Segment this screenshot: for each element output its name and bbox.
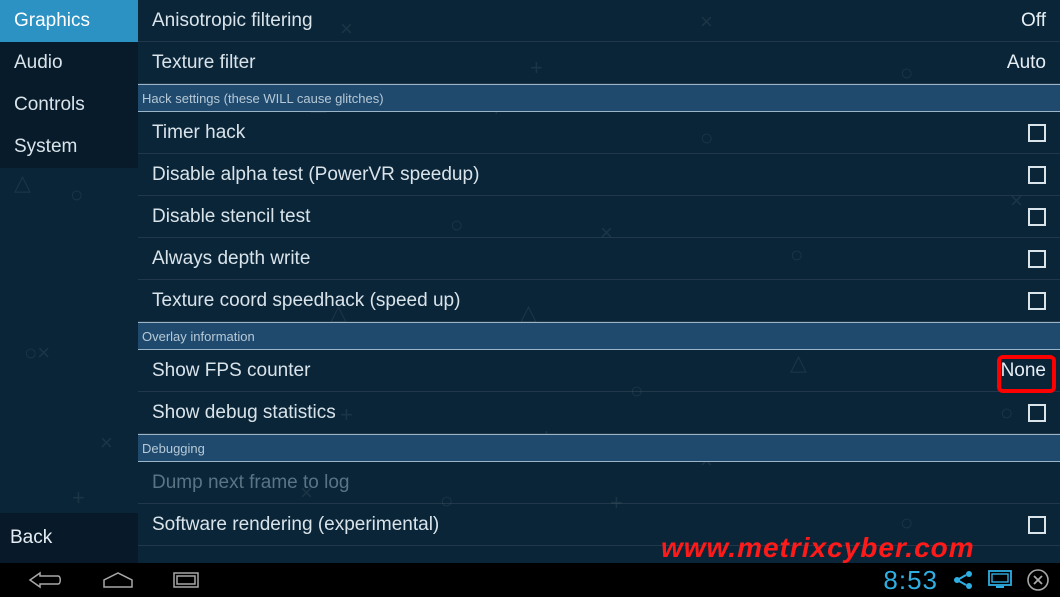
setting-label: Anisotropic filtering <box>152 10 313 32</box>
checkbox[interactable] <box>1028 516 1046 534</box>
setting-value: None <box>1001 360 1046 382</box>
sidebar-item-controls[interactable]: Controls <box>0 84 138 126</box>
nav-back-icon[interactable] <box>28 571 64 589</box>
row-disable-stencil-test[interactable]: Disable stencil test <box>138 196 1060 238</box>
row-anisotropic-filtering[interactable]: Anisotropic filtering Off <box>138 0 1060 42</box>
watermark-text: www.metrixcyber.com <box>661 532 975 564</box>
setting-label: Disable stencil test <box>152 206 310 228</box>
row-show-fps-counter[interactable]: Show FPS counter None <box>138 350 1060 392</box>
row-dump-next-frame: Dump next frame to log <box>138 462 1060 504</box>
checkbox[interactable] <box>1028 250 1046 268</box>
setting-label: Software rendering (experimental) <box>152 514 439 536</box>
row-always-depth-write[interactable]: Always depth write <box>138 238 1060 280</box>
sidebar-item-system[interactable]: System <box>0 126 138 168</box>
setting-label: Always depth write <box>152 248 310 270</box>
setting-label: Texture coord speedhack (speed up) <box>152 290 460 312</box>
back-button[interactable]: Back <box>0 513 138 563</box>
row-show-debug-statistics[interactable]: Show debug statistics <box>138 392 1060 434</box>
settings-sidebar: Graphics Audio Controls System Back <box>0 0 138 563</box>
share-icon[interactable] <box>952 569 974 591</box>
settings-main: Anisotropic filtering Off Texture filter… <box>138 0 1060 563</box>
setting-label: Disable alpha test (PowerVR speedup) <box>152 164 479 186</box>
section-header-hack: Hack settings (these WILL cause glitches… <box>138 84 1060 112</box>
status-clock: 8:53 <box>883 565 938 596</box>
row-disable-alpha-test[interactable]: Disable alpha test (PowerVR speedup) <box>138 154 1060 196</box>
setting-value: Off <box>1021 10 1046 32</box>
checkbox[interactable] <box>1028 292 1046 310</box>
setting-label: Show debug statistics <box>152 402 336 424</box>
row-texture-filter[interactable]: Texture filter Auto <box>138 42 1060 84</box>
row-texture-coord-speedhack[interactable]: Texture coord speedhack (speed up) <box>138 280 1060 322</box>
section-header-debugging: Debugging <box>138 434 1060 462</box>
nav-home-icon[interactable] <box>102 571 134 589</box>
android-status-bar: 8:53 <box>0 563 1060 597</box>
row-timer-hack[interactable]: Timer hack <box>138 112 1060 154</box>
section-header-overlay: Overlay information <box>138 322 1060 350</box>
checkbox[interactable] <box>1028 124 1046 142</box>
nav-recent-icon[interactable] <box>172 571 200 589</box>
setting-label: Texture filter <box>152 52 255 74</box>
sidebar-item-audio[interactable]: Audio <box>0 42 138 84</box>
cast-icon[interactable] <box>988 570 1012 590</box>
setting-label: Dump next frame to log <box>152 472 349 494</box>
checkbox[interactable] <box>1028 404 1046 422</box>
setting-value: Auto <box>1007 52 1046 74</box>
close-icon[interactable] <box>1026 568 1050 592</box>
checkbox[interactable] <box>1028 166 1046 184</box>
setting-label: Timer hack <box>152 122 245 144</box>
sidebar-item-graphics[interactable]: Graphics <box>0 0 138 42</box>
setting-label: Show FPS counter <box>152 360 310 382</box>
checkbox[interactable] <box>1028 208 1046 226</box>
